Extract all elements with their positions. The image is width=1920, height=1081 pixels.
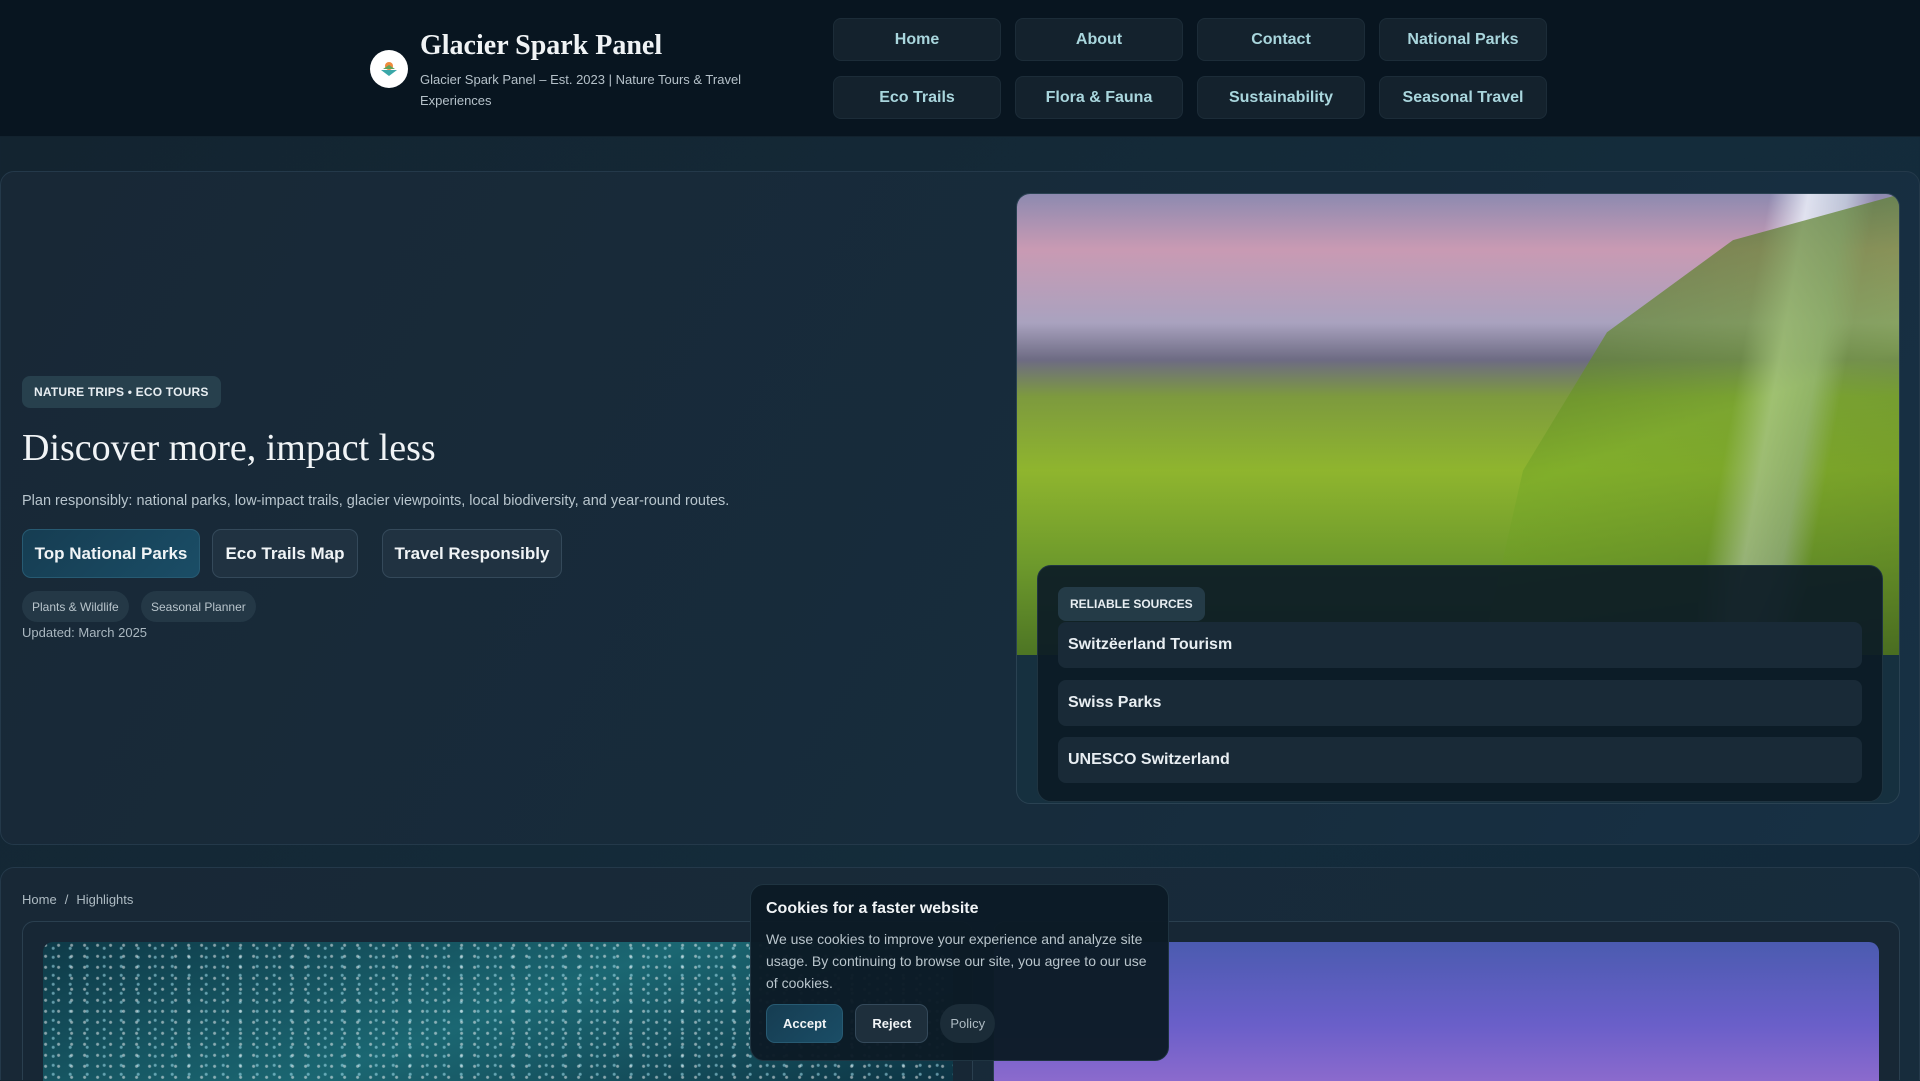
nav-about[interactable]: About [1015, 18, 1183, 61]
top-national-parks-button[interactable]: Top National Parks [22, 529, 200, 578]
source-link[interactable]: UNESCO Switzerland [1058, 737, 1862, 783]
cookie-banner: Cookies for a faster website We use cook… [750, 884, 1169, 1061]
accept-cookies-button[interactable]: Accept [766, 1004, 844, 1043]
chip-plants-wildlife[interactable]: Plants & Wildlife [22, 591, 129, 622]
cookie-text: We use cookies to improve your experienc… [766, 931, 1147, 991]
source-link[interactable]: Swiss Parks [1058, 680, 1862, 726]
breadcrumb-current: Highlights [76, 892, 134, 907]
sources-badge: RELIABLE SOURCES [1058, 587, 1205, 621]
travel-responsibly-button[interactable]: Travel Responsibly [382, 529, 562, 578]
hero-lead: Plan responsibly: national parks, low-im… [22, 493, 730, 509]
nav-flora-fauna[interactable]: Flora & Fauna [1015, 76, 1183, 119]
hero-badge: NATURE TRIPS • ECO TOURS [22, 376, 221, 408]
cookie-policy-link[interactable]: Policy [940, 1004, 996, 1043]
reliable-sources-card: RELIABLE SOURCES Switzëerland Tourism Sw… [1037, 565, 1883, 802]
nav-seasonal-travel[interactable]: Seasonal Travel [1379, 76, 1547, 119]
breadcrumb-separator: / [64, 892, 69, 907]
updated-date: Updated: March 2025 [22, 625, 148, 640]
main-nav: Home About Contact National Parks Eco Tr… [833, 18, 1547, 119]
chip-seasonal-planner[interactable]: Seasonal Planner [141, 591, 256, 622]
hero-section: NATURE TRIPS • ECO TOURS Discover more, … [0, 171, 1920, 845]
nav-eco-trails[interactable]: Eco Trails [833, 76, 1001, 119]
logo-icon[interactable] [370, 50, 408, 88]
site-title[interactable]: Glacier Spark Panel [420, 30, 662, 62]
hero-title: Discover more, impact less [22, 427, 436, 469]
nav-sustainability[interactable]: Sustainability [1197, 76, 1365, 119]
source-link[interactable]: Switzëerland Tourism [1058, 622, 1862, 668]
breadcrumb: Home / Highlights [22, 892, 141, 907]
site-tagline: Glacier Spark Panel – Est. 2023 | Nature… [420, 72, 742, 108]
hero-media: RELIABLE SOURCES Switzëerland Tourism Sw… [1016, 193, 1900, 804]
nav-national-parks[interactable]: National Parks [1379, 18, 1547, 61]
nav-home[interactable]: Home [833, 18, 1001, 61]
breadcrumb-home[interactable]: Home [22, 892, 57, 907]
cookie-title: Cookies for a faster website [766, 900, 979, 917]
reject-cookies-button[interactable]: Reject [855, 1004, 929, 1043]
eco-trails-map-button[interactable]: Eco Trails Map [212, 529, 358, 578]
nav-contact[interactable]: Contact [1197, 18, 1365, 61]
site-header: Glacier Spark Panel Glacier Spark Panel … [0, 0, 1920, 137]
